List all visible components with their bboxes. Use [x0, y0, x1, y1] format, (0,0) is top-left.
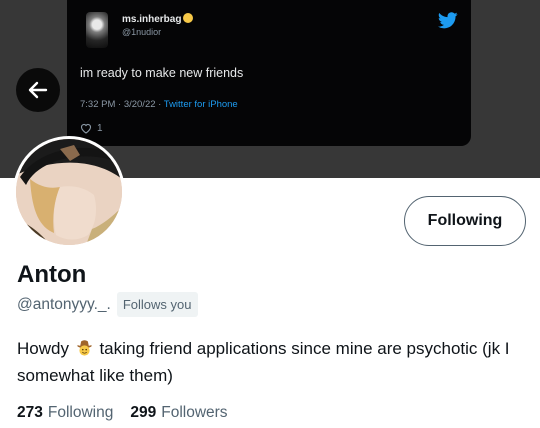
followers-label: Followers	[161, 404, 228, 421]
heart-icon	[80, 123, 92, 134]
tweet-author-name-text: ms.inherbag	[122, 14, 182, 25]
tweet-author-avatar	[86, 12, 108, 48]
bio-text-start: Howdy	[17, 339, 69, 358]
following-count: 273	[17, 404, 43, 421]
tweet-text: im ready to make new friends	[80, 66, 244, 80]
followers-count-link[interactable]: 299 Followers	[130, 404, 227, 422]
tweet-meta: 7:32 PM · 3/20/22 · Twitter for iPhone	[80, 99, 238, 110]
banner-tweet-screenshot: ms.inherbag @1nudior im ready to make ne…	[67, 0, 471, 146]
tweet-like-count: 1	[97, 123, 103, 134]
tweet-author-handle: @1nudior	[122, 27, 162, 37]
profile-avatar[interactable]	[13, 136, 125, 248]
avatar-photo	[16, 139, 122, 245]
tweet-likes: 1	[80, 123, 103, 134]
followers-count: 299	[130, 404, 157, 421]
twitter-bird-icon	[438, 12, 458, 29]
face-emoji-icon	[183, 13, 194, 23]
back-button[interactable]	[16, 68, 60, 112]
profile-bio: Howdy taking friend applications since m…	[17, 335, 517, 389]
profile-stats: 273 Following 299 Followers	[17, 404, 228, 422]
profile-name: Anton	[17, 261, 87, 288]
cowboy-face-emoji-icon	[76, 340, 92, 356]
tweet-author-name: ms.inherbag	[122, 13, 194, 25]
profile-handle: @antonyyy._.	[17, 295, 111, 313]
tweet-source: Twitter for iPhone	[163, 99, 238, 110]
follows-you-badge: Follows you	[116, 292, 198, 317]
following-button[interactable]: Following	[404, 196, 526, 246]
arrow-left-icon	[28, 81, 48, 99]
profile-handle-row: @antonyyy._. Follows you	[17, 292, 198, 317]
tweet-timestamp: 7:32 PM · 3/20/22 ·	[80, 99, 164, 110]
following-count-link[interactable]: 273 Following	[17, 404, 113, 422]
following-label: Following	[47, 404, 114, 421]
